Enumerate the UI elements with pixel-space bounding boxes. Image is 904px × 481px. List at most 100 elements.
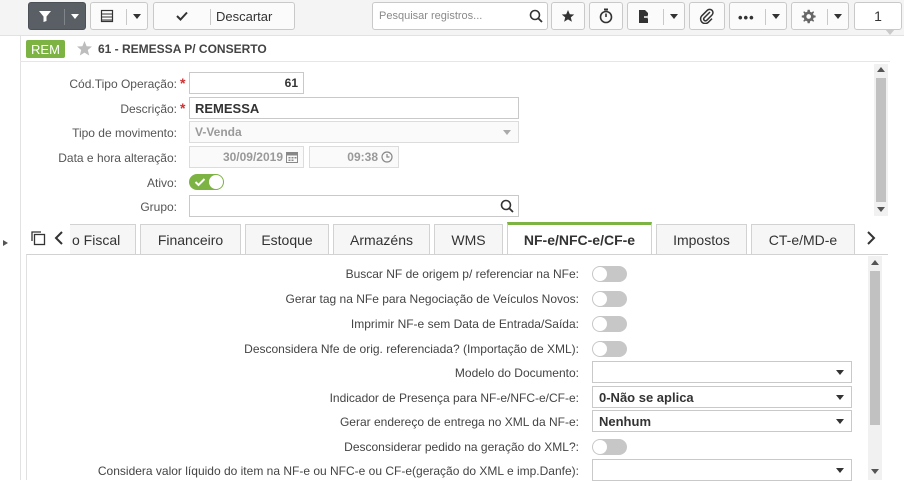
filter-button[interactable]: [28, 2, 86, 30]
tab-label: Armazéns: [349, 231, 414, 248]
considera-valor-label: Considera valor líquido do item na NF-e …: [97, 464, 579, 478]
imprimir-nfe-label: Imprimir NF-e sem Data de Entrada/Saída:: [350, 317, 579, 331]
chevron-down-icon: [834, 14, 842, 19]
header-divider: [20, 61, 890, 62]
form-scrollbar[interactable]: [874, 64, 888, 216]
ativo-label: Ativo:: [146, 176, 177, 190]
desconsiderar-pedido-toggle[interactable]: [592, 439, 627, 455]
timer-button[interactable]: [589, 2, 623, 30]
clock-icon[interactable]: [381, 151, 393, 163]
chevron-down-icon: [836, 370, 844, 375]
tab-scroll-right-icon[interactable]: [866, 231, 876, 248]
cod-tipo-value: 61: [284, 76, 298, 90]
search-icon[interactable]: [500, 199, 514, 216]
discard-button[interactable]: Descartar: [216, 9, 272, 24]
descricao-input[interactable]: REMESSA: [189, 97, 519, 119]
search-box: [372, 2, 548, 30]
ativo-toggle[interactable]: [189, 174, 224, 190]
tab-label: Financeiro: [157, 231, 224, 248]
tab-armazens[interactable]: Armazéns: [333, 224, 430, 254]
data-alteracao-value: 30/09/2019: [222, 150, 283, 164]
search-icon[interactable]: [529, 9, 543, 26]
toolbar: Descartar ••• 1: [0, 0, 904, 36]
tab-label: CT-e/MD-e: [768, 231, 838, 248]
scroll-up-icon[interactable]: [871, 260, 879, 265]
chevron-down-icon: [670, 14, 678, 19]
toggle-knob: [209, 175, 223, 189]
tab-estoque[interactable]: Estoque: [245, 224, 329, 254]
modelo-documento-select[interactable]: [592, 361, 852, 383]
gerar-endereco-value: Nenhum: [599, 413, 651, 429]
gerar-endereco-select[interactable]: Nenhum: [592, 410, 852, 432]
tab-wms[interactable]: WMS: [434, 224, 503, 254]
tab-label: o Fiscal: [72, 231, 121, 248]
grupo-input[interactable]: [189, 195, 519, 217]
considera-valor-select[interactable]: [592, 459, 852, 481]
copy-tab-icon[interactable]: [30, 230, 46, 249]
page-number-pointer: [885, 29, 895, 35]
calendar-icon[interactable]: [286, 151, 298, 163]
tab-label: Estoque: [261, 231, 313, 248]
chevron-down-icon: [772, 14, 780, 19]
chevron-down-icon: [836, 395, 844, 400]
tab-nfe[interactable]: NF-e/NFC-e/CF-e: [507, 222, 652, 255]
gerar-tag-toggle[interactable]: [592, 291, 627, 307]
tipo-movimento-select[interactable]: V-Venda: [189, 121, 519, 143]
chevron-down-icon: [133, 14, 141, 19]
descricao-value: REMESSA: [195, 100, 260, 116]
attachment-button[interactable]: [689, 2, 725, 30]
desconsidera-nfe-toggle[interactable]: [592, 341, 627, 357]
imprimir-nfe-toggle[interactable]: [592, 316, 627, 332]
favorite-star-icon[interactable]: [76, 40, 93, 60]
panel-scrollbar-thumb[interactable]: [870, 271, 880, 425]
check-icon: [176, 11, 188, 21]
descricao-label: Descrição:: [120, 102, 177, 116]
scroll-up-icon[interactable]: [877, 67, 885, 72]
indicador-presenca-value: 0-Não se aplica: [599, 389, 694, 405]
favorite-button[interactable]: [551, 2, 585, 30]
page-number: 1: [874, 8, 882, 24]
export-button[interactable]: [627, 2, 685, 30]
indicador-presenca-select[interactable]: 0-Não se aplica: [592, 386, 852, 408]
tab-cte[interactable]: CT-e/MD-e: [751, 224, 855, 254]
hora-alteracao-input[interactable]: 09:38: [309, 146, 399, 168]
chevron-down-icon: [836, 468, 844, 473]
buscar-nf-toggle[interactable]: [592, 266, 627, 282]
tab-scroll-left-icon[interactable]: [54, 231, 64, 248]
buscar-nf-label: Buscar NF de origem p/ referenciar na NF…: [345, 267, 579, 281]
left-collapse-arrow-icon[interactable]: [2, 236, 10, 246]
file-export-icon: [637, 9, 651, 27]
grid-view-button[interactable]: [90, 2, 148, 30]
confirm-button[interactable]: [154, 3, 210, 29]
modelo-documento-label: Modelo do Documento:: [454, 366, 579, 380]
gear-icon: [801, 9, 816, 27]
cod-tipo-input[interactable]: 61: [189, 72, 304, 94]
search-input[interactable]: [377, 8, 527, 24]
settings-button[interactable]: [791, 2, 849, 30]
scroll-down-icon[interactable]: [877, 207, 885, 212]
indicador-presenca-label: Indicador de Presença para NF-e/NFC-e/CF…: [329, 391, 579, 405]
filter-icon: [38, 9, 52, 26]
tab-impostos[interactable]: Impostos: [656, 224, 747, 254]
form-scrollbar-thumb[interactable]: [876, 78, 886, 202]
panel-scrollbar[interactable]: [868, 256, 882, 480]
tab-label: NF-e/NFC-e/CF-e: [523, 232, 636, 248]
chevron-down-icon: [503, 130, 511, 135]
entity-badge: REM: [26, 40, 65, 58]
tab-financeiro[interactable]: Financeiro: [140, 224, 241, 254]
tab-fiscal[interactable]: o Fiscal: [70, 224, 136, 254]
data-hora-label: Data e hora alteração:: [58, 151, 177, 165]
required-marker: *: [180, 100, 186, 116]
cod-tipo-label: Cód.Tipo Operação:: [69, 77, 177, 91]
page-title: 61 - REMESSA P/ CONSERTO: [98, 42, 267, 56]
star-icon: [561, 10, 575, 22]
scroll-down-icon[interactable]: [871, 469, 879, 474]
gerar-endereco-label: Gerar endereço de entrega no XML da NF-e…: [339, 415, 579, 429]
more-options-button[interactable]: •••: [729, 2, 787, 30]
chevron-down-icon: [836, 419, 844, 424]
hora-alteracao-value: 09:38: [347, 150, 378, 164]
grid-icon: [100, 9, 114, 26]
data-alteracao-input[interactable]: 30/09/2019: [189, 146, 304, 168]
check-icon: [194, 176, 206, 191]
page-number-box[interactable]: 1: [854, 2, 902, 30]
